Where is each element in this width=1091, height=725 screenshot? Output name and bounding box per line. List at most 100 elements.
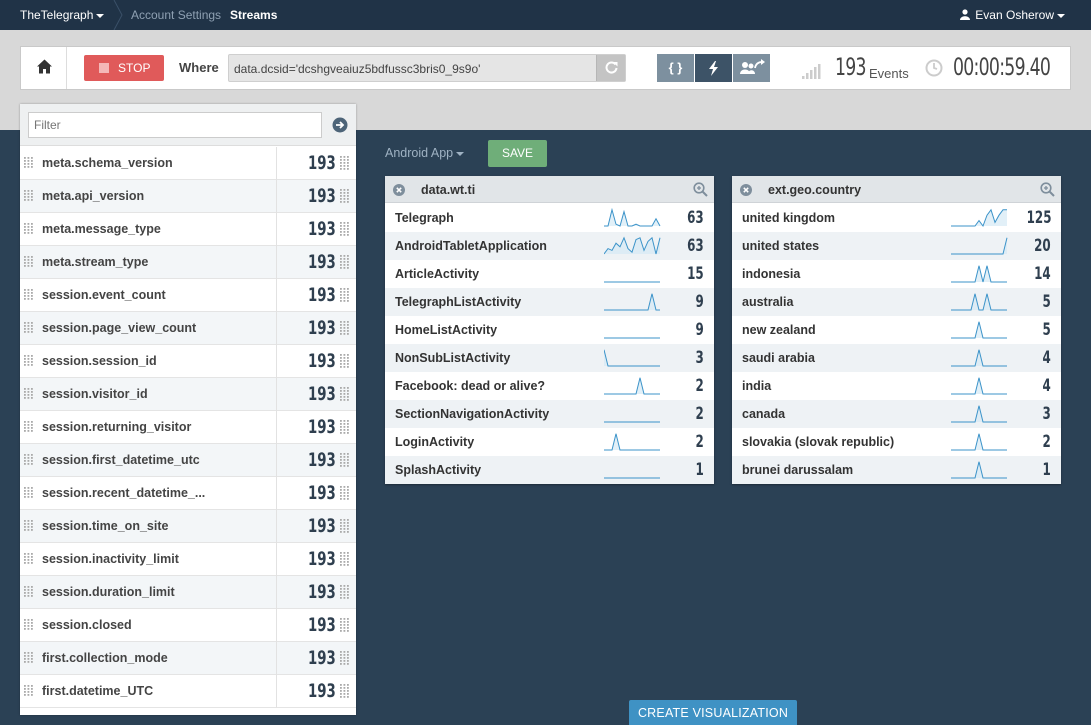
field-row[interactable]: session.first_datetime_utc 193 [20, 444, 356, 477]
stream-row[interactable]: australia 5 [732, 288, 1061, 316]
zoom-in-icon[interactable] [693, 182, 708, 197]
stream-row[interactable]: india 4 [732, 372, 1061, 400]
field-row[interactable]: meta.api_version 193 [20, 180, 356, 213]
stop-button[interactable]: STOP [84, 55, 164, 81]
fields-panel: meta.schema_version 193 meta.api_version 19… [20, 104, 356, 715]
field-row[interactable]: session.event_count 193 [20, 279, 356, 312]
app-select[interactable]: Android App [385, 146, 465, 160]
drag-handle-icon[interactable] [340, 453, 350, 468]
field-row[interactable]: session.time_on_site 193 [20, 510, 356, 543]
field-name: session.event_count [42, 288, 166, 302]
drag-handle-icon[interactable] [340, 420, 350, 435]
field-row[interactable]: session.session_id 193 [20, 345, 356, 378]
drag-handle-icon[interactable] [340, 519, 350, 534]
drag-handle-icon[interactable] [340, 585, 350, 600]
field-row[interactable]: session.returning_visitor 193 [20, 411, 356, 444]
drag-handle-icon[interactable] [24, 685, 34, 697]
drag-handle-icon[interactable] [24, 619, 34, 631]
drag-handle-icon[interactable] [24, 289, 34, 301]
stream-row[interactable]: brunei darussalam 1 [732, 456, 1061, 484]
drag-handle-icon[interactable] [24, 190, 34, 202]
field-count: 193 [308, 284, 336, 306]
field-row[interactable]: meta.schema_version 193 [20, 147, 356, 180]
drag-handle-icon[interactable] [340, 288, 350, 303]
drag-handle-icon[interactable] [24, 256, 34, 268]
drag-handle-icon[interactable] [340, 387, 350, 402]
arrow-right-circle-icon[interactable] [332, 117, 348, 133]
stream-row[interactable]: NonSubListActivity 3 [385, 344, 714, 372]
drag-handle-icon[interactable] [340, 651, 350, 666]
home-button[interactable] [21, 47, 67, 89]
drag-handle-icon[interactable] [340, 156, 350, 171]
drag-handle-icon[interactable] [24, 388, 34, 400]
drag-handle-icon[interactable] [24, 586, 34, 598]
drag-handle-icon[interactable] [24, 421, 34, 433]
stream-row[interactable]: indonesia 14 [732, 260, 1061, 288]
drag-handle-icon[interactable] [24, 487, 34, 499]
breadcrumb-account-settings[interactable]: Account Settings [131, 8, 221, 22]
query-input[interactable]: data.dcsid='dcshgveaiuz5bdfussc3bris0_9s… [228, 54, 626, 82]
close-icon[interactable] [740, 184, 752, 196]
filter-input[interactable] [28, 112, 322, 138]
drag-handle-icon[interactable] [24, 520, 34, 532]
field-count: 193 [308, 185, 336, 207]
field-row[interactable]: first.collection_mode 193 [20, 642, 356, 675]
json-view-button[interactable]: { } [657, 54, 694, 82]
stream-row[interactable]: Facebook: dead or alive? 2 [385, 372, 714, 400]
field-name: first.collection_mode [42, 651, 168, 665]
stream-row[interactable]: new zealand 5 [732, 316, 1061, 344]
close-icon[interactable] [393, 184, 405, 196]
drag-handle-icon[interactable] [24, 157, 34, 169]
drag-handle-icon[interactable] [24, 652, 34, 664]
drag-handle-icon[interactable] [340, 552, 350, 567]
field-row[interactable]: session.inactivity_limit 193 [20, 543, 356, 576]
refresh-button[interactable] [596, 55, 625, 81]
drag-handle-icon[interactable] [24, 454, 34, 466]
drag-handle-icon[interactable] [340, 684, 350, 699]
field-row[interactable]: first.datetime_UTC 193 [20, 675, 356, 708]
drag-handle-icon[interactable] [24, 355, 34, 367]
drag-handle-icon[interactable] [24, 223, 34, 235]
save-button[interactable]: SAVE [488, 140, 547, 167]
stream-row[interactable]: TelegraphListActivity 9 [385, 288, 714, 316]
stream-row[interactable]: LoginActivity 2 [385, 428, 714, 456]
stream-row[interactable]: united kingdom 125 [732, 204, 1061, 232]
drag-handle-icon[interactable] [340, 321, 350, 336]
stream-row[interactable]: SplashActivity 1 [385, 456, 714, 484]
field-row[interactable]: session.page_view_count 193 [20, 312, 356, 345]
drag-handle-icon[interactable] [340, 222, 350, 237]
sparkline [951, 208, 1007, 228]
divider [276, 576, 277, 609]
stream-row[interactable]: ArticleActivity 15 [385, 260, 714, 288]
stream-row[interactable]: united states 20 [732, 232, 1061, 260]
stream-row[interactable]: AndroidTabletApplication 63 [385, 232, 714, 260]
drag-handle-icon[interactable] [340, 255, 350, 270]
lightning-view-button[interactable] [695, 54, 732, 82]
stream-row[interactable]: HomeListActivity 9 [385, 316, 714, 344]
stream-row[interactable]: saudi arabia 4 [732, 344, 1061, 372]
stream-row[interactable]: canada 3 [732, 400, 1061, 428]
field-row[interactable]: session.recent_datetime_... 193 [20, 477, 356, 510]
stream-row[interactable]: SectionNavigationActivity 2 [385, 400, 714, 428]
field-row[interactable]: session.closed 193 [20, 609, 356, 642]
stream-row[interactable]: Telegraph 63 [385, 204, 714, 232]
drag-handle-icon[interactable] [340, 354, 350, 369]
row-label: saudi arabia [742, 351, 815, 365]
drag-handle-icon[interactable] [24, 322, 34, 334]
field-row[interactable]: meta.stream_type 193 [20, 246, 356, 279]
field-row[interactable]: session.visitor_id 193 [20, 378, 356, 411]
drag-handle-icon[interactable] [340, 618, 350, 633]
drag-handle-icon[interactable] [340, 189, 350, 204]
user-menu[interactable]: Evan Osherow [960, 8, 1065, 22]
drag-handle-icon[interactable] [24, 553, 34, 565]
brand-menu[interactable]: TheTelegraph [20, 8, 105, 22]
sparkline [951, 237, 1008, 255]
users-share-button[interactable] [733, 54, 770, 82]
zoom-in-icon[interactable] [1040, 182, 1055, 197]
field-row[interactable]: session.duration_limit 193 [20, 576, 356, 609]
create-visualization-button[interactable]: CREATE VISUALIZATION [629, 700, 797, 725]
row-label: canada [742, 407, 786, 421]
stream-row[interactable]: slovakia (slovak republic) 2 [732, 428, 1061, 456]
drag-handle-icon[interactable] [340, 486, 350, 501]
field-row[interactable]: meta.message_type 193 [20, 213, 356, 246]
